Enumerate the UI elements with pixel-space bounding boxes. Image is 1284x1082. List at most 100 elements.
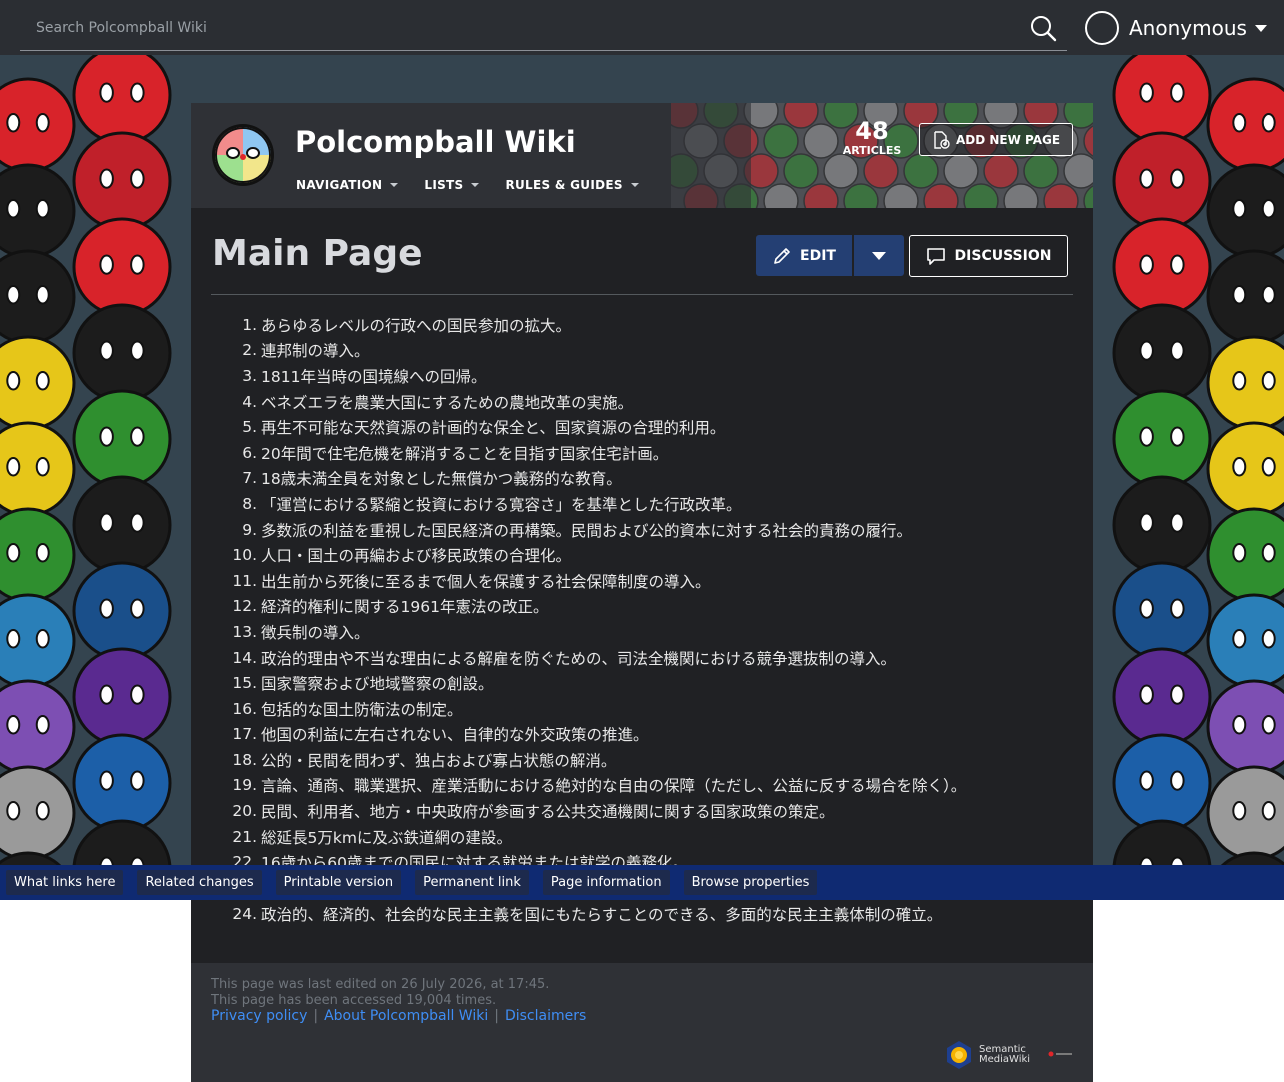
nav-lists[interactable]: LISTS — [424, 178, 480, 192]
decorative-ball — [1112, 131, 1212, 231]
page-views-text: This page has been accessed 19,004 times… — [211, 993, 497, 1008]
banner-ball — [863, 153, 899, 189]
decorative-ball-eye — [1170, 512, 1185, 533]
decorative-ball-eye — [6, 284, 21, 305]
list-item-text: 人口・国土の再編および移民政策の合理化。 — [261, 547, 572, 566]
list-item: 2. 連邦制の導入。 — [191, 338, 1093, 364]
decorative-ball-eye — [35, 800, 50, 821]
banner-ball — [943, 153, 979, 189]
chevron-down-icon — [390, 183, 399, 187]
decorative-ball-eye — [130, 82, 145, 103]
nav-rules-guides[interactable]: RULES & GUIDES — [505, 178, 639, 192]
wiki-header: Polcompball Wiki NAVIGATION LISTS RULES … — [191, 103, 1093, 208]
top-bar: Anonymous — [0, 0, 1284, 55]
list-item: 15. 国家警察および地域警察の創設。 — [191, 670, 1093, 696]
search-input[interactable] — [20, 6, 1020, 49]
user-menu[interactable]: Anonymous — [1085, 10, 1267, 46]
decorative-ball-eye — [130, 340, 145, 361]
banner-fade — [671, 103, 751, 208]
pencil-icon — [774, 247, 790, 264]
decorative-ball-eye — [35, 112, 50, 133]
list-item-number: 18. — [232, 750, 257, 769]
decorative-ball — [1112, 217, 1212, 317]
list-item: 8. 「運営における緊縮と投資における寛容さ」を基準とした行政改革。 — [191, 491, 1093, 517]
list-item-text: 経済的権利に関する1961年憲法の改正。 — [261, 598, 549, 617]
decorative-ball-eye — [1139, 770, 1154, 791]
wiki-title[interactable]: Polcompball Wiki — [295, 125, 576, 159]
edit-dropdown-button[interactable] — [854, 235, 904, 276]
decorative-ball-eye — [1139, 340, 1154, 361]
chevron-down-icon — [630, 183, 639, 187]
list-item: 11. 出生前から死後に至るまで個人を保護する社会保障制度の導入。 — [191, 568, 1093, 594]
list-item: 22. 16歳から60歳までの国民に対する就労または就学の義務化。 — [191, 849, 1093, 865]
decorative-ball-eye — [35, 714, 50, 735]
list-item: 1. あらゆるレベルの行政への国民参加の拡大。 — [191, 312, 1093, 338]
decorative-ball-eye — [35, 456, 50, 477]
banner-ball — [983, 153, 1019, 189]
decorative-ball — [1112, 475, 1212, 575]
decorative-ball-eye — [1232, 714, 1247, 735]
list-item-text: 政治的理由や不当な理由による解雇を防ぐための、司法全機関における競争選抜制の導入… — [261, 649, 897, 668]
list-item: 12. 経済的権利に関する1961年憲法の改正。 — [191, 594, 1093, 620]
page-information-link[interactable]: Page information — [542, 870, 670, 895]
article-count-number: 48 — [855, 117, 889, 145]
browse-properties-link[interactable]: Browse properties — [683, 870, 818, 895]
decorative-ball-eye — [1170, 684, 1185, 705]
list-item: 16. 包括的な国土防衛法の制定。 — [191, 696, 1093, 722]
decorative-ball-eye — [99, 426, 114, 447]
search-box — [20, 6, 1067, 51]
decorative-ball-eye — [99, 770, 114, 791]
decorative-ball-eye — [35, 370, 50, 391]
list-item-text: 連邦制の導入。 — [261, 342, 370, 361]
list-item-text: 出生前から死後に至るまで個人を保護する社会保障制度の導入。 — [261, 572, 711, 591]
decorative-ball — [1112, 55, 1212, 145]
add-new-page-label: ADD NEW PAGE — [955, 132, 1061, 147]
list-item-number: 7. — [242, 469, 257, 488]
decorative-ball-eye — [1139, 512, 1154, 533]
edit-label: EDIT — [800, 247, 836, 264]
add-new-page-button[interactable]: ADD NEW PAGE — [919, 123, 1073, 156]
list-item-number: 3. — [242, 366, 257, 385]
disclaimers-link[interactable]: Disclaimers — [505, 1008, 586, 1024]
user-icon — [1085, 11, 1119, 45]
decorative-ball-eye — [1170, 82, 1185, 103]
decorative-ball-eye — [99, 512, 114, 533]
about-wiki-link[interactable]: About Polcompball Wiki — [324, 1008, 488, 1024]
list-item-text: 18歳未満全員を対象とした無償かつ義務的な教育。 — [261, 470, 622, 489]
decorative-ball-eye — [99, 684, 114, 705]
banner-ball — [1023, 153, 1059, 189]
list-item-number: 21. — [232, 827, 257, 846]
list-item-text: あらゆるレベルの行政への国民参加の拡大。 — [261, 316, 572, 335]
decorative-ball-eye — [35, 628, 50, 649]
wiki-logo-icon[interactable] — [211, 123, 275, 187]
list-item-number: 19. — [232, 776, 257, 795]
privacy-policy-link[interactable]: Privacy policy — [211, 1008, 307, 1024]
decorative-ball-eye — [1139, 426, 1154, 447]
list-item-number: 10. — [232, 546, 257, 565]
decorative-ball-eye — [99, 168, 114, 189]
nav-navigation[interactable]: NAVIGATION — [296, 178, 399, 192]
mediawiki-badge-icon[interactable] — [1047, 1049, 1073, 1059]
decorative-ball-eye — [1139, 254, 1154, 275]
related-changes-link[interactable]: Related changes — [137, 870, 262, 895]
semantic-mediawiki-logo-icon — [947, 1041, 971, 1069]
decorative-ball-eye — [6, 370, 21, 391]
decorative-ball-eye — [130, 168, 145, 189]
search-icon[interactable] — [1029, 14, 1057, 42]
decorative-ball — [72, 303, 172, 403]
edit-button[interactable]: EDIT — [756, 235, 852, 276]
what-links-here-link[interactable]: What links here — [6, 870, 124, 895]
list-item-number: 2. — [242, 341, 257, 360]
printable-version-link[interactable]: Printable version — [275, 870, 402, 895]
decorative-ball-eye — [1261, 284, 1276, 305]
semantic-mediawiki-badge[interactable]: Semantic MediaWiki — [943, 1039, 1030, 1071]
discussion-button[interactable]: DISCUSSION — [909, 235, 1068, 277]
decorative-ball-eye — [6, 112, 21, 133]
permanent-link[interactable]: Permanent link — [415, 870, 529, 895]
decorative-ball-eye — [1139, 168, 1154, 189]
list-item-text: 1811年当時の国境線への回帰。 — [261, 367, 487, 386]
decorative-ball-eye — [130, 254, 145, 275]
decorative-ball-eye — [6, 628, 21, 649]
list-item-text: ベネズエラを農業大国にするための農地改革の実施。 — [261, 393, 634, 412]
decorative-ball-eye — [130, 684, 145, 705]
